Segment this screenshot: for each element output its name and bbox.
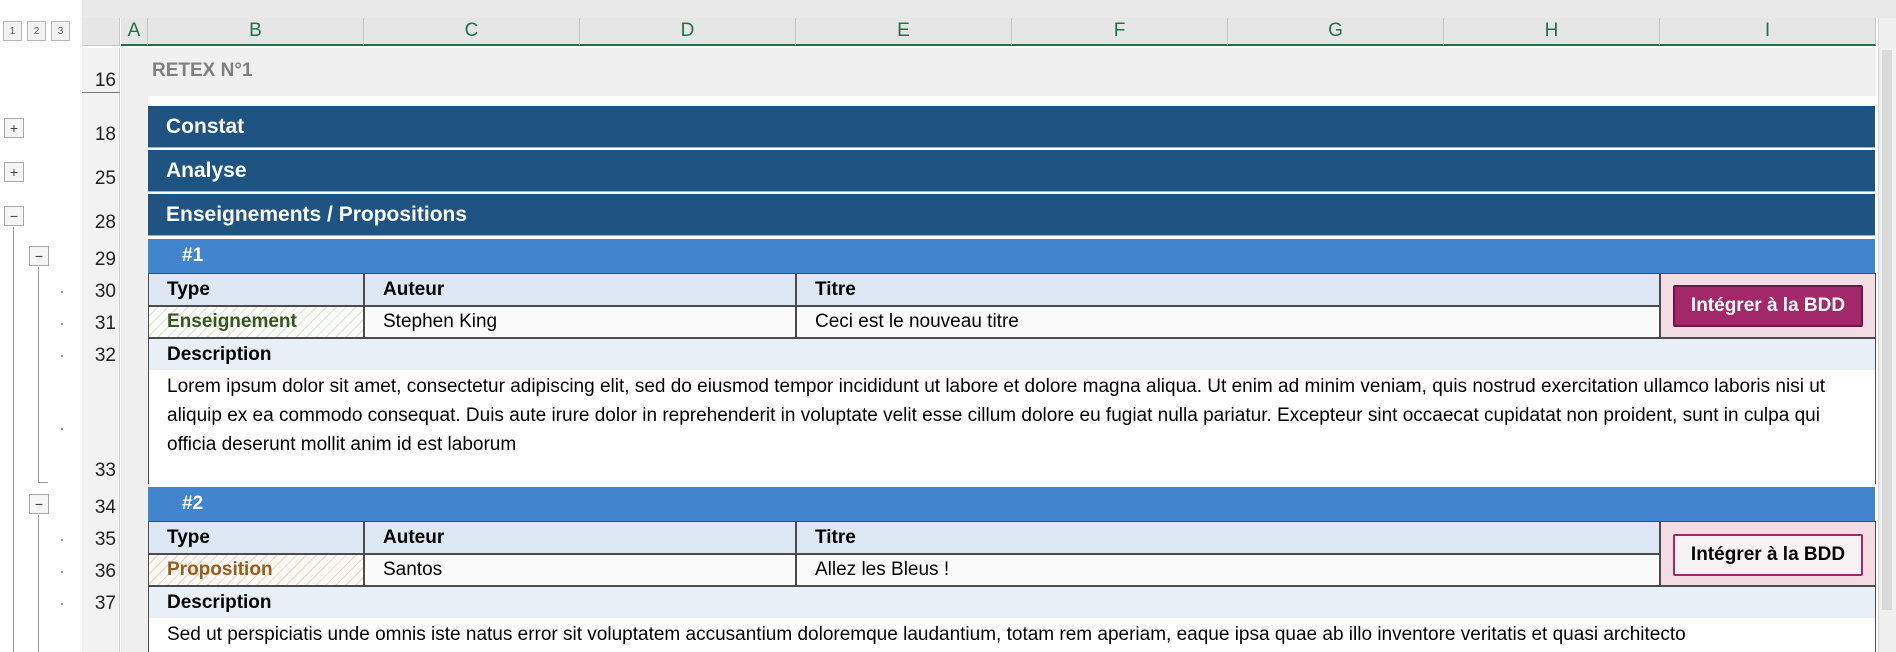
column-header-h[interactable]: H — [1444, 18, 1660, 46]
row-number[interactable]: 37 — [82, 593, 120, 615]
description-cell[interactable]: Lorem ipsum dolor sit amet, consectetur … — [148, 370, 1876, 484]
section-enseignements[interactable]: Enseignements / Propositions — [148, 194, 1875, 236]
row-number[interactable]: 35 — [82, 529, 120, 551]
description-header[interactable]: Description — [148, 338, 1876, 370]
outline-dot — [61, 539, 63, 541]
column-header-corner[interactable] — [82, 18, 120, 46]
type-cell[interactable]: Proposition — [148, 554, 364, 586]
item-number-band: #2 — [148, 487, 1875, 521]
row-number[interactable]: 36 — [82, 561, 120, 583]
row-number[interactable]: 28 — [82, 212, 120, 234]
outline-dot — [61, 291, 63, 293]
outline-dot — [61, 323, 63, 325]
scrollbar-thumb[interactable] — [1882, 50, 1892, 610]
sheet-title: RETEX N°1 — [152, 60, 253, 81]
type-header[interactable]: Type — [148, 273, 364, 306]
title-cell[interactable]: Allez les Bleus ! — [796, 554, 1660, 586]
outline-dot — [61, 355, 63, 357]
description-header[interactable]: Description — [148, 586, 1876, 618]
collapse-enseignements-button[interactable]: − — [4, 206, 24, 226]
column-header-f[interactable]: F — [1012, 18, 1228, 46]
outline-line-level1 — [13, 227, 14, 652]
type-cell[interactable]: Enseignement — [148, 306, 364, 338]
outline-level-3-button[interactable]: 3 — [51, 21, 70, 41]
section-constat[interactable]: Constat — [148, 106, 1875, 148]
row-17-hidden-marker — [82, 92, 120, 93]
outline-line-item1 — [38, 267, 39, 483]
row-number[interactable]: 29 — [82, 249, 120, 271]
author-header[interactable]: Auteur — [364, 521, 796, 554]
outline-level-2-button[interactable]: 2 — [27, 21, 46, 41]
row-number[interactable]: 34 — [82, 497, 120, 519]
collapse-item2-button[interactable]: − — [29, 494, 49, 514]
type-header[interactable]: Type — [148, 521, 364, 554]
row-number[interactable]: 30 — [82, 281, 120, 303]
outline-line-item1-end — [38, 482, 48, 483]
description-cell[interactable]: Sed ut perspiciatis unde omnis iste natu… — [148, 618, 1876, 652]
column-header-e[interactable]: E — [796, 18, 1012, 46]
column-header-d[interactable]: D — [580, 18, 796, 46]
column-header-c[interactable]: C — [364, 18, 580, 46]
expand-analyse-button[interactable]: + — [4, 162, 24, 182]
column-header-a[interactable]: A — [121, 18, 148, 46]
item-number-band: #1 — [148, 239, 1875, 273]
expand-constat-button[interactable]: + — [4, 118, 24, 138]
row-number[interactable]: 31 — [82, 313, 120, 335]
row-number[interactable]: 25 — [82, 168, 120, 190]
outline-dot — [61, 571, 63, 573]
outline-level-1-button[interactable]: 1 — [3, 21, 22, 41]
column-header-b[interactable]: B — [148, 18, 364, 46]
title-header[interactable]: Titre — [796, 521, 1660, 554]
integrate-bdd-button[interactable]: Intégrer à la BDD — [1673, 534, 1863, 576]
author-header[interactable]: Auteur — [364, 273, 796, 306]
top-strip — [0, 0, 1896, 18]
outline-dot — [61, 428, 63, 430]
title-header[interactable]: Titre — [796, 273, 1660, 306]
integrate-bdd-button[interactable]: Intégrer à la BDD — [1673, 285, 1863, 327]
author-cell[interactable]: Santos — [364, 554, 796, 586]
author-cell[interactable]: Stephen King — [364, 306, 796, 338]
outline-line-item2 — [38, 515, 39, 652]
row-number[interactable]: 33 — [82, 460, 120, 482]
outline-dot — [61, 603, 63, 605]
title-cell[interactable]: Ceci est le nouveau titre — [796, 306, 1660, 338]
row-number[interactable]: 32 — [82, 345, 120, 367]
row-number[interactable]: 18 — [82, 124, 120, 146]
collapse-item1-button[interactable]: − — [29, 246, 49, 266]
column-header-i[interactable]: I — [1660, 18, 1876, 46]
section-analyse[interactable]: Analyse — [148, 150, 1875, 192]
column-header-g[interactable]: G — [1228, 18, 1444, 46]
row-number[interactable]: 16 — [82, 70, 120, 92]
